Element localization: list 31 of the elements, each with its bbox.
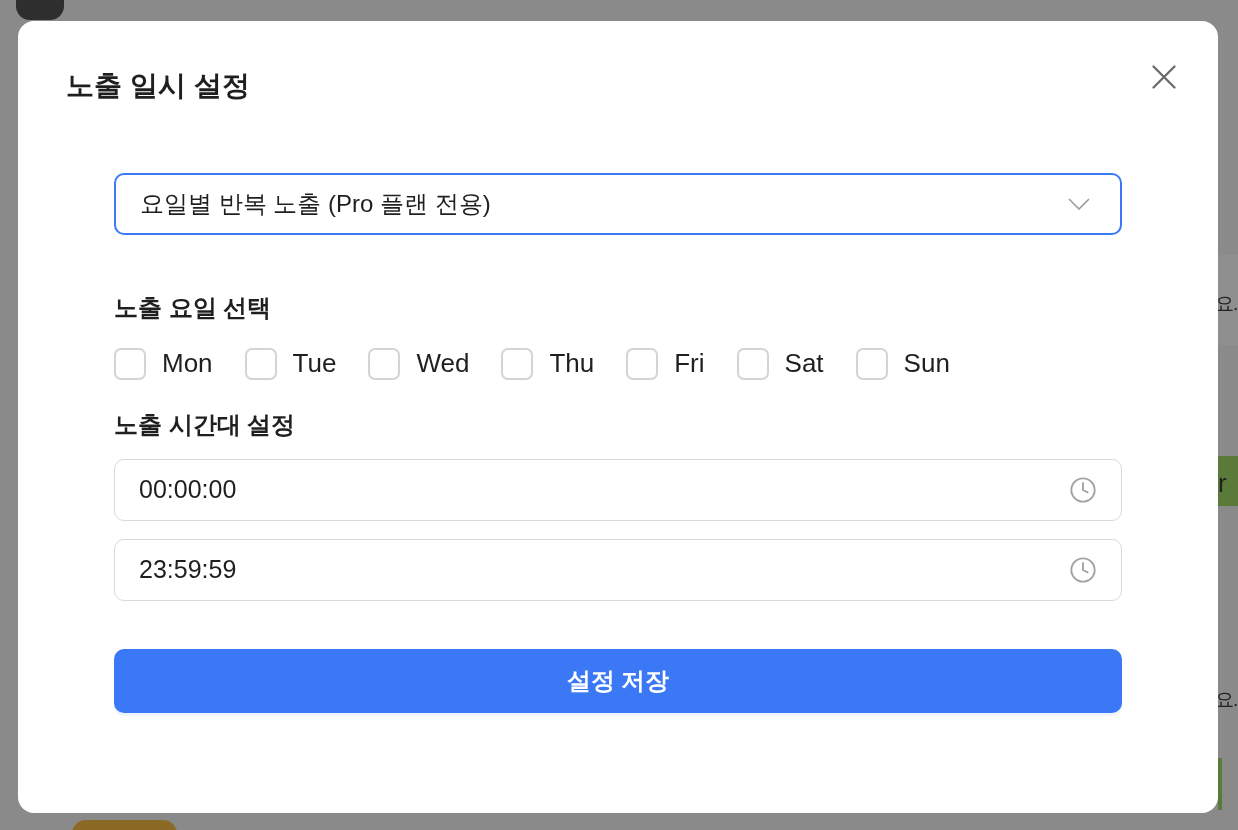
clock-icon (1069, 556, 1097, 584)
day-checkbox[interactable]: Wed (368, 344, 470, 383)
day-checkbox[interactable]: Mon (114, 344, 213, 383)
checkbox[interactable] (501, 347, 534, 380)
clock-icon (1069, 476, 1097, 504)
time-value: 00:00:00 (139, 474, 237, 506)
checkbox[interactable] (626, 347, 659, 380)
close-icon[interactable] (1150, 63, 1178, 91)
select-value: 요일별 반복 노출 (Pro 플랜 전용) (140, 189, 491, 219)
day-checkbox[interactable]: Tue (244, 344, 337, 383)
checkbox[interactable] (368, 347, 401, 380)
chevron-down-icon (1068, 198, 1090, 210)
section-label: 노출 시간대 설정 (114, 410, 297, 440)
time-field[interactable]: 23:59:59 (114, 539, 1122, 601)
mode-select[interactable]: 요일별 반복 노출 (Pro 플랜 전용) (114, 173, 1122, 235)
time-value: 23:59:59 (139, 554, 237, 586)
section-label: 노출 요일 선택 (114, 293, 273, 323)
day-checkbox[interactable]: Sun (855, 344, 950, 383)
dialog-title: 노출 일시 설정 (66, 69, 250, 103)
day-checkbox[interactable]: Fri (626, 344, 705, 383)
checkbox[interactable] (114, 347, 146, 380)
day-checkbox[interactable]: Thu (501, 344, 595, 383)
checkbox[interactable] (855, 347, 888, 380)
time-field[interactable]: 00:00:00 (114, 459, 1122, 521)
background-text: 요. (1215, 292, 1238, 316)
background-text: 요. (1215, 688, 1238, 712)
checkbox[interactable] (736, 347, 769, 380)
background-text: r (1218, 467, 1227, 500)
day-checkbox[interactable]: Sat (736, 344, 824, 383)
save-button[interactable]: 설정 저장 (114, 649, 1122, 713)
checkbox[interactable] (244, 347, 277, 380)
